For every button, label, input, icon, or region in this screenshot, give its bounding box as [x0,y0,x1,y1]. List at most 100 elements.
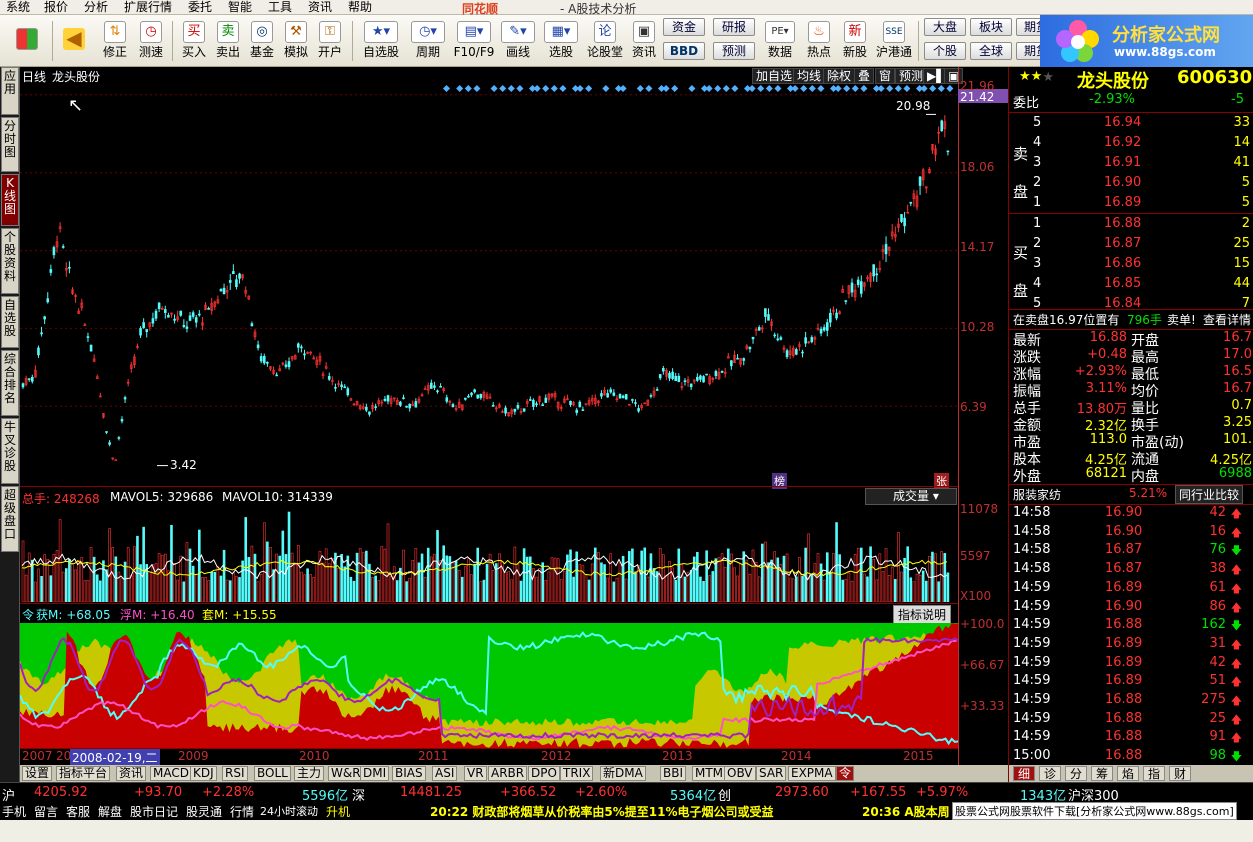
indicator-tab[interactable]: KDJ [190,766,217,781]
signal-diamond[interactable] [748,84,756,93]
signal-diamond[interactable] [499,84,507,93]
ipo-button[interactable]: 新新股 [838,18,872,64]
quote-tab[interactable]: 分 [1065,766,1087,781]
signal-diamond[interactable] [946,84,954,93]
quote-tab[interactable]: 指 [1143,766,1165,781]
buy-price[interactable]: 16.86 [1104,256,1141,271]
signal-diamond[interactable] [602,84,610,93]
speedtest-button[interactable]: ◷ 测速 [134,18,168,64]
sell-price[interactable]: 16.90 [1104,175,1141,190]
fund-button[interactable]: ◎ 基金 [246,18,278,64]
quote-tab[interactable]: 细 [1013,766,1035,781]
candlestick-plot[interactable] [20,84,958,484]
stock-picker-button[interactable]: ▦▾ 选股 [540,18,582,64]
signal-diamond[interactable] [757,84,765,93]
news-button[interactable]: ▣ 资讯 [628,18,660,64]
quote-tab[interactable]: 财 [1169,766,1191,781]
sell-price[interactable]: 16.92 [1104,135,1141,150]
signal-diamond[interactable] [817,84,825,93]
tab-kline[interactable]: K线图 [1,174,19,226]
big-order-notice[interactable]: 在卖盘16.97位置有 796手 卖单! 查看详情 [1009,310,1253,329]
quote-tab[interactable]: 筹 [1091,766,1113,781]
signal-diamond[interactable] [929,84,937,93]
signal-diamond[interactable] [619,84,627,93]
signal-diamond[interactable] [662,84,670,93]
signal-diamond[interactable] [671,84,679,93]
signal-diamond[interactable] [877,84,885,93]
bbd-button[interactable]: BBD [663,42,705,60]
buy-price[interactable]: 16.88 [1104,216,1141,231]
menu-system[interactable]: 系统 [6,0,30,14]
status-diary[interactable]: 股市日记 [130,803,178,820]
indicator-tab[interactable]: 资讯 [116,766,147,781]
indicator-tab[interactable]: TRIX [560,766,594,781]
indicator-tab[interactable]: MACD [150,766,192,781]
signal-diamond[interactable] [937,84,945,93]
menu-trade[interactable]: 委托 [188,0,212,14]
status-analysis[interactable]: 解盘 [98,803,122,820]
f10-button[interactable]: ▤▾ F10/F9 [452,18,496,64]
industry-compare-button[interactable]: 同行业比较 [1175,485,1244,504]
indicator-tab[interactable]: BBI [660,766,687,781]
signal-diamond[interactable] [507,84,515,93]
watchlist-button[interactable]: ★▾ 自选股 [358,18,404,64]
hot-button[interactable]: ♨ 热点 [802,18,836,64]
indicator-help-button[interactable]: 指标说明 [893,605,952,624]
signal-diamond[interactable] [886,84,894,93]
signal-diamond[interactable] [688,84,696,93]
download-banner[interactable]: 股票公式网股票软件下载[分析家公式网www.88gs.com] [952,802,1237,820]
indicator-dropdown[interactable]: 成交量 ▾ [865,488,957,505]
exright-button[interactable]: 除权 [823,68,856,84]
signal-diamond[interactable] [800,84,808,93]
indicator-tab[interactable]: 主力 [294,766,325,781]
signal-diamond[interactable] [808,84,816,93]
tab-ranking[interactable]: 综合排名 [1,350,19,416]
signal-diamond[interactable] [774,84,782,93]
chip-indicator-plot[interactable] [20,623,958,748]
stock-button[interactable]: 个股 [924,42,966,60]
indicator-tab[interactable]: BIAS [392,766,426,781]
signal-diamond[interactable] [903,84,911,93]
status-quote[interactable]: 行情 [230,803,254,820]
back-button[interactable]: ◀ [58,18,90,64]
indicator-tab[interactable]: 设置 [22,766,53,781]
indicator-tab[interactable]: DMI [360,766,390,781]
signal-diamond[interactable] [722,84,730,93]
signal-diamond[interactable] [464,84,472,93]
indicator-tab[interactable]: ASI [432,766,458,781]
capital-button[interactable]: 资金 [663,18,705,36]
signal-diamond[interactable] [920,84,928,93]
window-button[interactable]: 窗 [875,68,896,84]
tab-diagnosis[interactable]: 牛叉诊股 [1,418,19,484]
signal-diamond[interactable] [473,84,481,93]
indicator-tab[interactable]: 指标平台 [56,766,111,781]
signal-diamond[interactable] [860,84,868,93]
signal-diamond[interactable] [576,84,584,93]
simulate-button[interactable]: ⚒ 模拟 [280,18,312,64]
details-link[interactable]: 查看详情 [1203,311,1251,328]
signal-diamond[interactable] [714,84,722,93]
sell-button[interactable]: 卖卖出 [212,18,244,64]
tab-super-order[interactable]: 超级盘口 [1,486,19,552]
indicator-tab[interactable]: SAR [756,766,787,781]
menu-help[interactable]: 帮助 [348,0,372,14]
indicator-tab[interactable]: EXPMA [788,766,836,781]
signal-diamond[interactable] [550,84,558,93]
tab-profile[interactable]: 个股资料 [1,228,19,294]
news-ticker[interactable]: 20:22 财政部将烟草从价税率由5%提至11%电子烟公司或受益 [430,803,773,820]
signal-diamond[interactable] [645,84,653,93]
index-ticker[interactable]: 沪 4205.92 +93.70 +2.28% 5596亿 深 14481.25… [0,782,1253,804]
signal-diamond[interactable] [585,84,593,93]
fix-button[interactable]: ⇅ 修正 [98,18,132,64]
signal-diamond[interactable] [843,84,851,93]
signal-diamond[interactable] [765,84,773,93]
forecast-button[interactable]: 预测 [713,42,755,60]
period-button[interactable]: ◷▾ 周期 [406,18,450,64]
buy-button[interactable]: 买买入 [178,18,210,64]
menu-extended[interactable]: 扩展行情 [124,0,172,14]
indicator-tab[interactable]: VR [464,766,487,781]
kline-chart-area[interactable]: 日线 龙头股份 ↖ 加自选 均线 除权 叠 窗 预测 ▶▌ ▣ 21.96 21… [20,67,1008,800]
signal-diamond[interactable] [533,84,541,93]
indicator-tab[interactable]: OBV [724,766,756,781]
open-account-button[interactable]: ⚿ 开户 [314,18,346,64]
